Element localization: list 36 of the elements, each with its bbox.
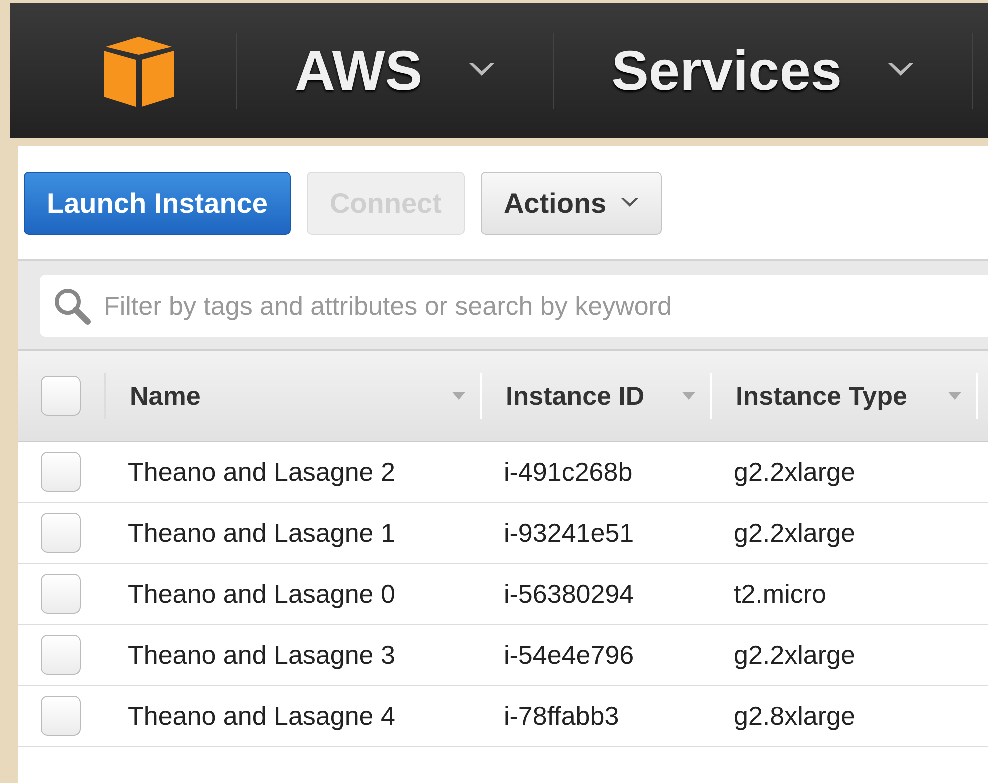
table-cell: i-78ffabb3 bbox=[504, 700, 620, 732]
table-cell: i-93241e51 bbox=[504, 518, 634, 548]
checkbox[interactable] bbox=[41, 574, 81, 614]
checkbox[interactable] bbox=[41, 513, 81, 553]
table-cell: i-56380294 bbox=[504, 578, 634, 610]
table-cell: g2.2xlarge bbox=[734, 518, 856, 548]
table-cell: Theano and Lasagne 0 bbox=[128, 578, 396, 610]
sort-icon[interactable] bbox=[948, 392, 962, 400]
sort-icon[interactable] bbox=[452, 392, 466, 400]
table-cell: i-491c268b bbox=[504, 456, 633, 488]
table-cell: g2.2xlarge bbox=[734, 640, 856, 670]
column-header[interactable]: Instance ID bbox=[506, 380, 645, 412]
search-field[interactable]: Filter by tags and attributes or search by keyword bbox=[40, 275, 988, 337]
column-header[interactable]: Name bbox=[130, 380, 201, 412]
sort-icon[interactable] bbox=[682, 392, 696, 400]
table-cell: Theano and Lasagne 1 bbox=[128, 518, 396, 548]
table-cell: Theano and Lasagne 2 bbox=[128, 456, 396, 488]
toolbar-button[interactable]: Launch Instance bbox=[24, 172, 291, 235]
table-cell: g2.8xlarge bbox=[734, 700, 856, 732]
table-cell: t2.micro bbox=[734, 578, 826, 610]
nav-menu[interactable]: Services bbox=[612, 38, 914, 103]
table-cell: Theano and Lasagne 4 bbox=[128, 700, 396, 732]
table-cell: i-54e4e796 bbox=[504, 640, 634, 670]
column-header[interactable]: Instance Type bbox=[736, 380, 908, 412]
caret-icon bbox=[888, 62, 914, 78]
checkbox[interactable] bbox=[41, 635, 81, 675]
checkbox[interactable] bbox=[41, 376, 81, 416]
search-icon bbox=[52, 286, 92, 326]
table-cell: Theano and Lasagne 3 bbox=[128, 640, 396, 670]
actions-menu-button[interactable]: Actions bbox=[480, 172, 662, 235]
nav-menu[interactable]: AWS bbox=[295, 38, 495, 103]
caret-icon bbox=[468, 62, 495, 78]
caret-icon bbox=[620, 198, 639, 209]
table-cell: g2.2xlarge bbox=[734, 456, 856, 488]
checkbox[interactable] bbox=[41, 452, 81, 492]
checkbox[interactable] bbox=[41, 696, 81, 736]
